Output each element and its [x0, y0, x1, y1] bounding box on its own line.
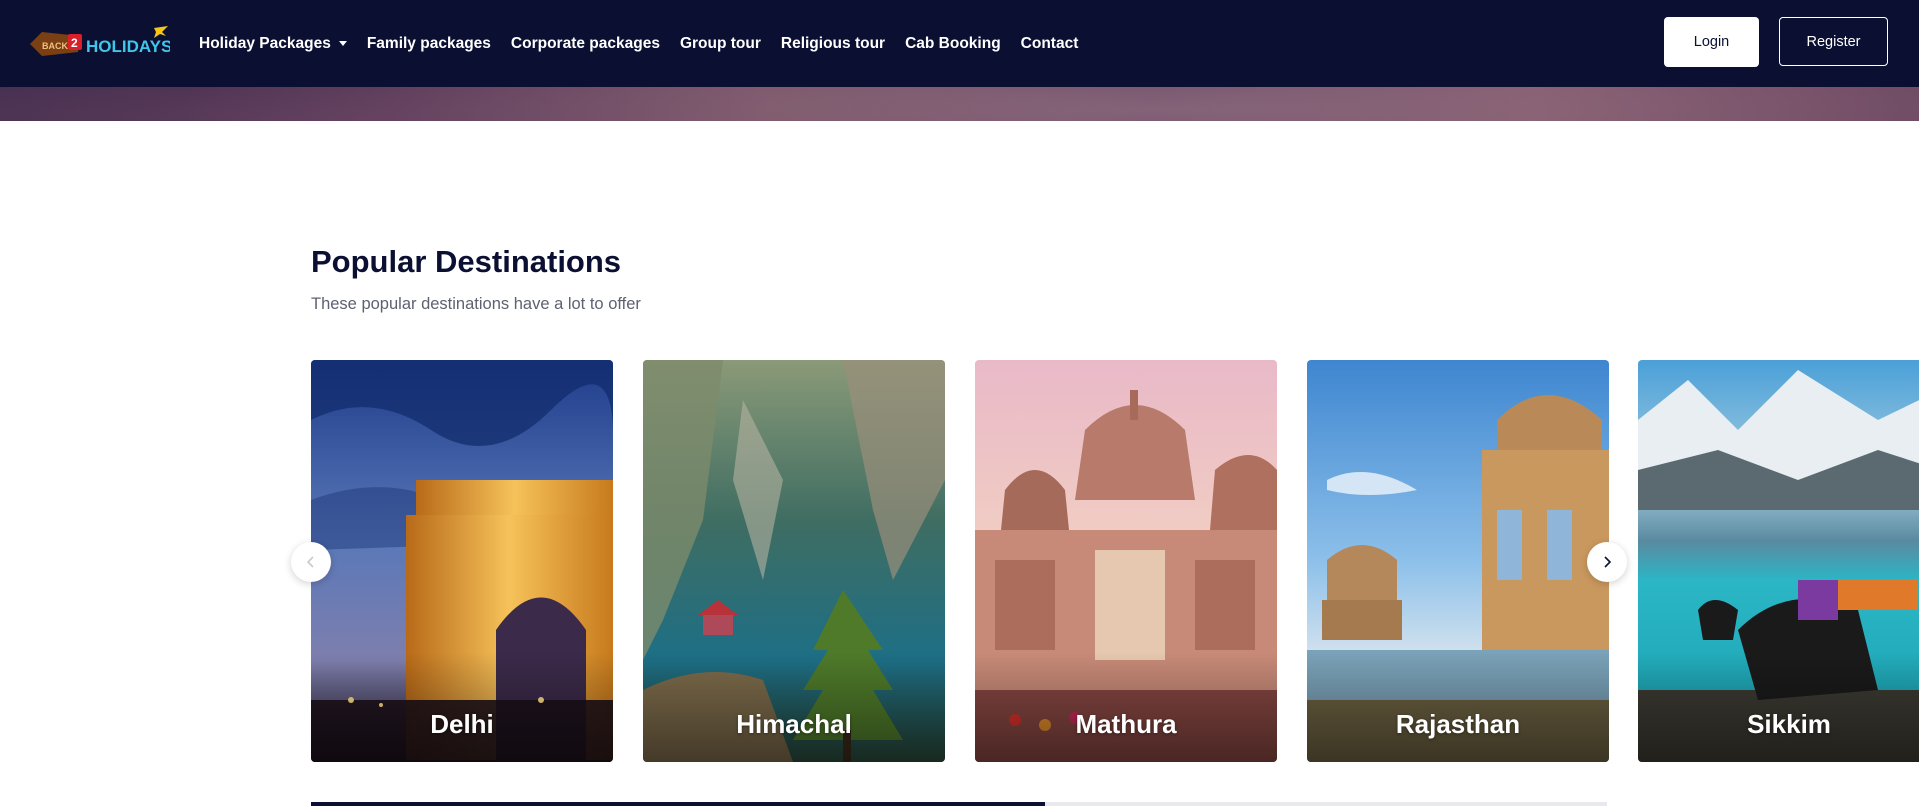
- card-shade: [311, 652, 613, 762]
- register-button[interactable]: Register: [1779, 17, 1888, 66]
- svg-text:HOLIDAYS: HOLIDAYS: [86, 37, 170, 56]
- carousel-next-button[interactable]: [1587, 542, 1627, 582]
- destination-card-sikkim[interactable]: Sikkim: [1638, 360, 1919, 762]
- login-button[interactable]: Login: [1664, 17, 1759, 67]
- card-shade: [1638, 652, 1919, 762]
- carousel-progress-fill: [311, 802, 1045, 806]
- destination-card-rajasthan[interactable]: Rajasthan: [1307, 360, 1609, 762]
- card-shade: [975, 652, 1277, 762]
- destination-label: Rajasthan: [1395, 709, 1521, 739]
- section-title: Popular Destinations: [311, 244, 622, 279]
- destination-label: Mathura: [1075, 709, 1177, 739]
- nav-holiday-packages-label: Holiday Packages: [199, 34, 331, 52]
- nav-corporate-packages[interactable]: Corporate packages: [511, 35, 660, 53]
- nav-cab-booking[interactable]: Cab Booking: [905, 35, 1001, 53]
- nav-contact[interactable]: Contact: [1021, 35, 1079, 53]
- destination-card-mathura[interactable]: Mathura: [975, 360, 1277, 762]
- svg-text:2: 2: [71, 36, 78, 50]
- destination-label: Sikkim: [1747, 709, 1831, 739]
- card-shade: [643, 652, 945, 762]
- chevron-right-icon: [1604, 556, 1612, 568]
- destination-label: Delhi: [430, 709, 494, 739]
- destination-card-delhi[interactable]: Delhi: [311, 360, 613, 762]
- destination-card-himachal[interactable]: Himachal: [643, 360, 945, 762]
- nav-group-tour[interactable]: Group tour: [680, 35, 761, 53]
- carousel-progress-track: [311, 802, 1607, 806]
- back-2-holidays-logo[interactable]: BACK 2 HOLIDAYS: [28, 24, 170, 62]
- nav-religious-tour[interactable]: Religious tour: [781, 35, 885, 53]
- nav-family-packages[interactable]: Family packages: [367, 35, 491, 53]
- svg-text:BACK: BACK: [42, 41, 68, 51]
- nav-holiday-packages[interactable]: Holiday Packages: [199, 35, 347, 53]
- top-navbar: BACK 2 HOLIDAYS Holiday Packages Family …: [0, 0, 1919, 87]
- card-shade: [1307, 652, 1609, 762]
- main-nav: Holiday Packages Family packages Corpora…: [199, 0, 1098, 87]
- carousel-prev-button[interactable]: [291, 542, 331, 582]
- section-subtitle: These popular destinations have a lot to…: [311, 295, 641, 313]
- chevron-down-icon: [338, 41, 347, 46]
- destination-label: Himachal: [736, 709, 852, 739]
- chevron-left-icon: [306, 556, 314, 568]
